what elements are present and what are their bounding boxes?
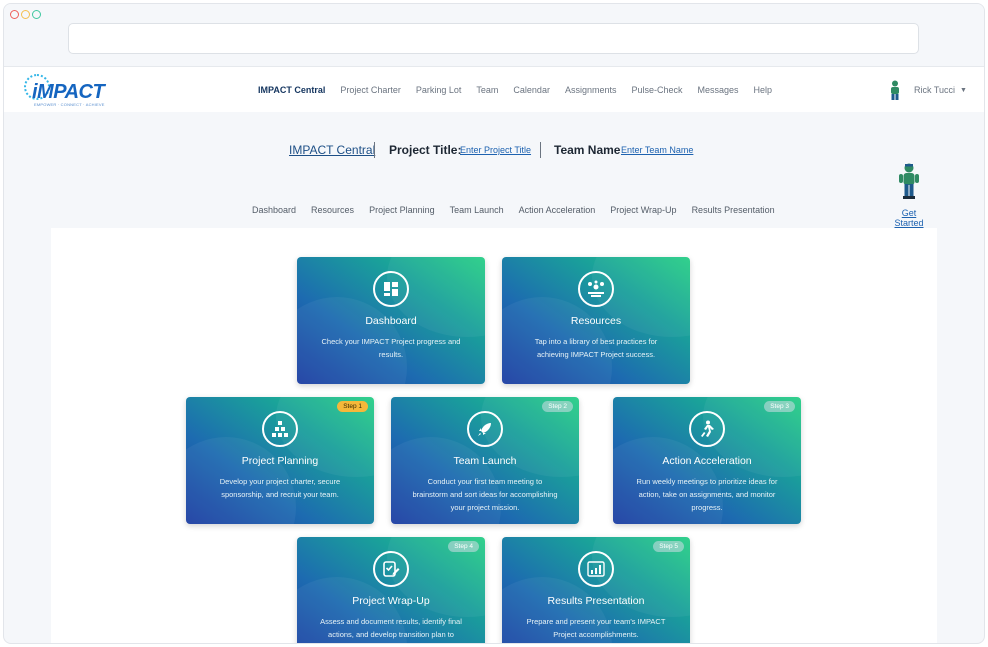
- resources-icon: [578, 271, 614, 307]
- sub-nav: Dashboard Resources Project Planning Tea…: [252, 205, 790, 215]
- nav-calendar[interactable]: Calendar: [513, 85, 550, 95]
- subnav-dashboard[interactable]: Dashboard: [252, 205, 296, 215]
- rocket-icon: [467, 411, 503, 447]
- close-window-dot[interactable]: [10, 10, 19, 19]
- card-description: Conduct your first team meeting to brain…: [412, 477, 558, 512]
- address-bar[interactable]: [68, 23, 919, 54]
- card-team-launch[interactable]: Step 2 Team Launch Conduct your first te…: [391, 397, 579, 524]
- user-name: Rick Tucci: [914, 85, 956, 95]
- step-badge: Step 5: [653, 541, 684, 552]
- card-title: Results Presentation: [547, 595, 645, 607]
- main-nav-links: IMPACT Central Project Charter Parking L…: [258, 67, 787, 113]
- subnav-project-wrap-up[interactable]: Project Wrap-Up: [610, 205, 676, 215]
- subnav-action-acceleration[interactable]: Action Acceleration: [519, 205, 596, 215]
- impact-logo[interactable]: iMPACT EMPOWER · CONNECT · ACHIEVE: [24, 74, 105, 107]
- card-description: Assess and document results, identify fi…: [320, 617, 462, 639]
- subnav-project-planning[interactable]: Project Planning: [369, 205, 435, 215]
- card-results-presentation[interactable]: Step 5 Results Presentation Prepare and …: [502, 537, 690, 643]
- logo-text: iMPACT: [32, 81, 105, 103]
- card-action-acceleration[interactable]: Step 3 Action Acceleration Run weekly me…: [613, 397, 801, 524]
- mascot-icon: [899, 163, 919, 199]
- card-project-wrap-up[interactable]: Step 4 Project Wrap-Up Assess and docume…: [297, 537, 485, 643]
- card-description: Run weekly meetings to prioritize ideas …: [636, 477, 778, 512]
- card-title: Action Acceleration: [662, 455, 752, 467]
- user-menu[interactable]: Rick Tucci ▼: [888, 79, 967, 101]
- card-description: Develop your project charter, secure spo…: [219, 477, 341, 499]
- card-title: Project Planning: [241, 455, 319, 467]
- nav-project-charter[interactable]: Project Charter: [340, 85, 401, 95]
- get-started[interactable]: Get Started: [886, 162, 932, 228]
- nav-team[interactable]: Team: [476, 85, 498, 95]
- logo-tagline: EMPOWER · CONNECT · ACHIEVE: [34, 102, 105, 107]
- divider: [374, 142, 375, 158]
- nav-help[interactable]: Help: [754, 85, 773, 95]
- top-navbar: iMPACT EMPOWER · CONNECT · ACHIEVE IMPAC…: [4, 66, 984, 112]
- step-badge: Step 2: [542, 401, 573, 412]
- edit-checklist-icon: [373, 551, 409, 587]
- nav-messages[interactable]: Messages: [698, 85, 739, 95]
- chevron-down-icon: ▼: [960, 86, 967, 94]
- card-description: Prepare and present your team's IMPACT P…: [526, 617, 666, 639]
- minimize-window-dot[interactable]: [21, 10, 30, 19]
- step-badge: Step 1: [337, 401, 368, 412]
- card-title: Team Launch: [453, 455, 517, 467]
- card-resources[interactable]: Resources Tap into a library of best pra…: [502, 257, 690, 384]
- nav-parking-lot[interactable]: Parking Lot: [416, 85, 462, 95]
- get-started-link[interactable]: Get Started: [886, 208, 932, 228]
- card-title: Resources: [570, 315, 622, 327]
- team-name-label: Team Name: [554, 143, 621, 157]
- project-title-bar: IMPACT Central Project Title: Enter Proj…: [4, 142, 984, 162]
- divider: [540, 142, 541, 158]
- subnav-resources[interactable]: Resources: [311, 205, 354, 215]
- browser-chrome: [4, 4, 984, 66]
- enter-project-title-link[interactable]: Enter Project Title: [460, 145, 531, 155]
- dashboard-icon: [373, 271, 409, 307]
- running-person-icon: [689, 411, 725, 447]
- browser-window: iMPACT EMPOWER · CONNECT · ACHIEVE IMPAC…: [3, 3, 985, 644]
- nav-assignments[interactable]: Assignments: [565, 85, 617, 95]
- hierarchy-icon: [262, 411, 298, 447]
- card-title: Project Wrap-Up: [352, 595, 430, 607]
- card-description: Check your IMPACT Project progress and r…: [321, 337, 461, 359]
- subnav-team-launch[interactable]: Team Launch: [450, 205, 504, 215]
- project-title-label: Project Title:: [389, 143, 462, 157]
- cards-panel: Dashboard Check your IMPACT Project prog…: [51, 228, 937, 643]
- card-description: Tap into a library of best practices for…: [534, 337, 658, 359]
- card-dashboard[interactable]: Dashboard Check your IMPACT Project prog…: [297, 257, 485, 384]
- user-avatar-icon: [891, 80, 899, 100]
- nav-impact-central[interactable]: IMPACT Central: [258, 85, 325, 95]
- step-badge: Step 4: [448, 541, 479, 552]
- step-badge: Step 3: [764, 401, 795, 412]
- bar-chart-icon: [578, 551, 614, 587]
- subnav-results-presentation[interactable]: Results Presentation: [692, 205, 775, 215]
- card-project-planning[interactable]: Step 1 Project Planning Develop your pro…: [186, 397, 374, 524]
- impact-central-link[interactable]: IMPACT Central: [289, 143, 375, 157]
- maximize-window-dot[interactable]: [32, 10, 41, 19]
- nav-pulse-check[interactable]: Pulse-Check: [631, 85, 682, 95]
- card-title: Dashboard: [365, 315, 417, 327]
- enter-team-name-link[interactable]: Enter Team Name: [621, 145, 693, 155]
